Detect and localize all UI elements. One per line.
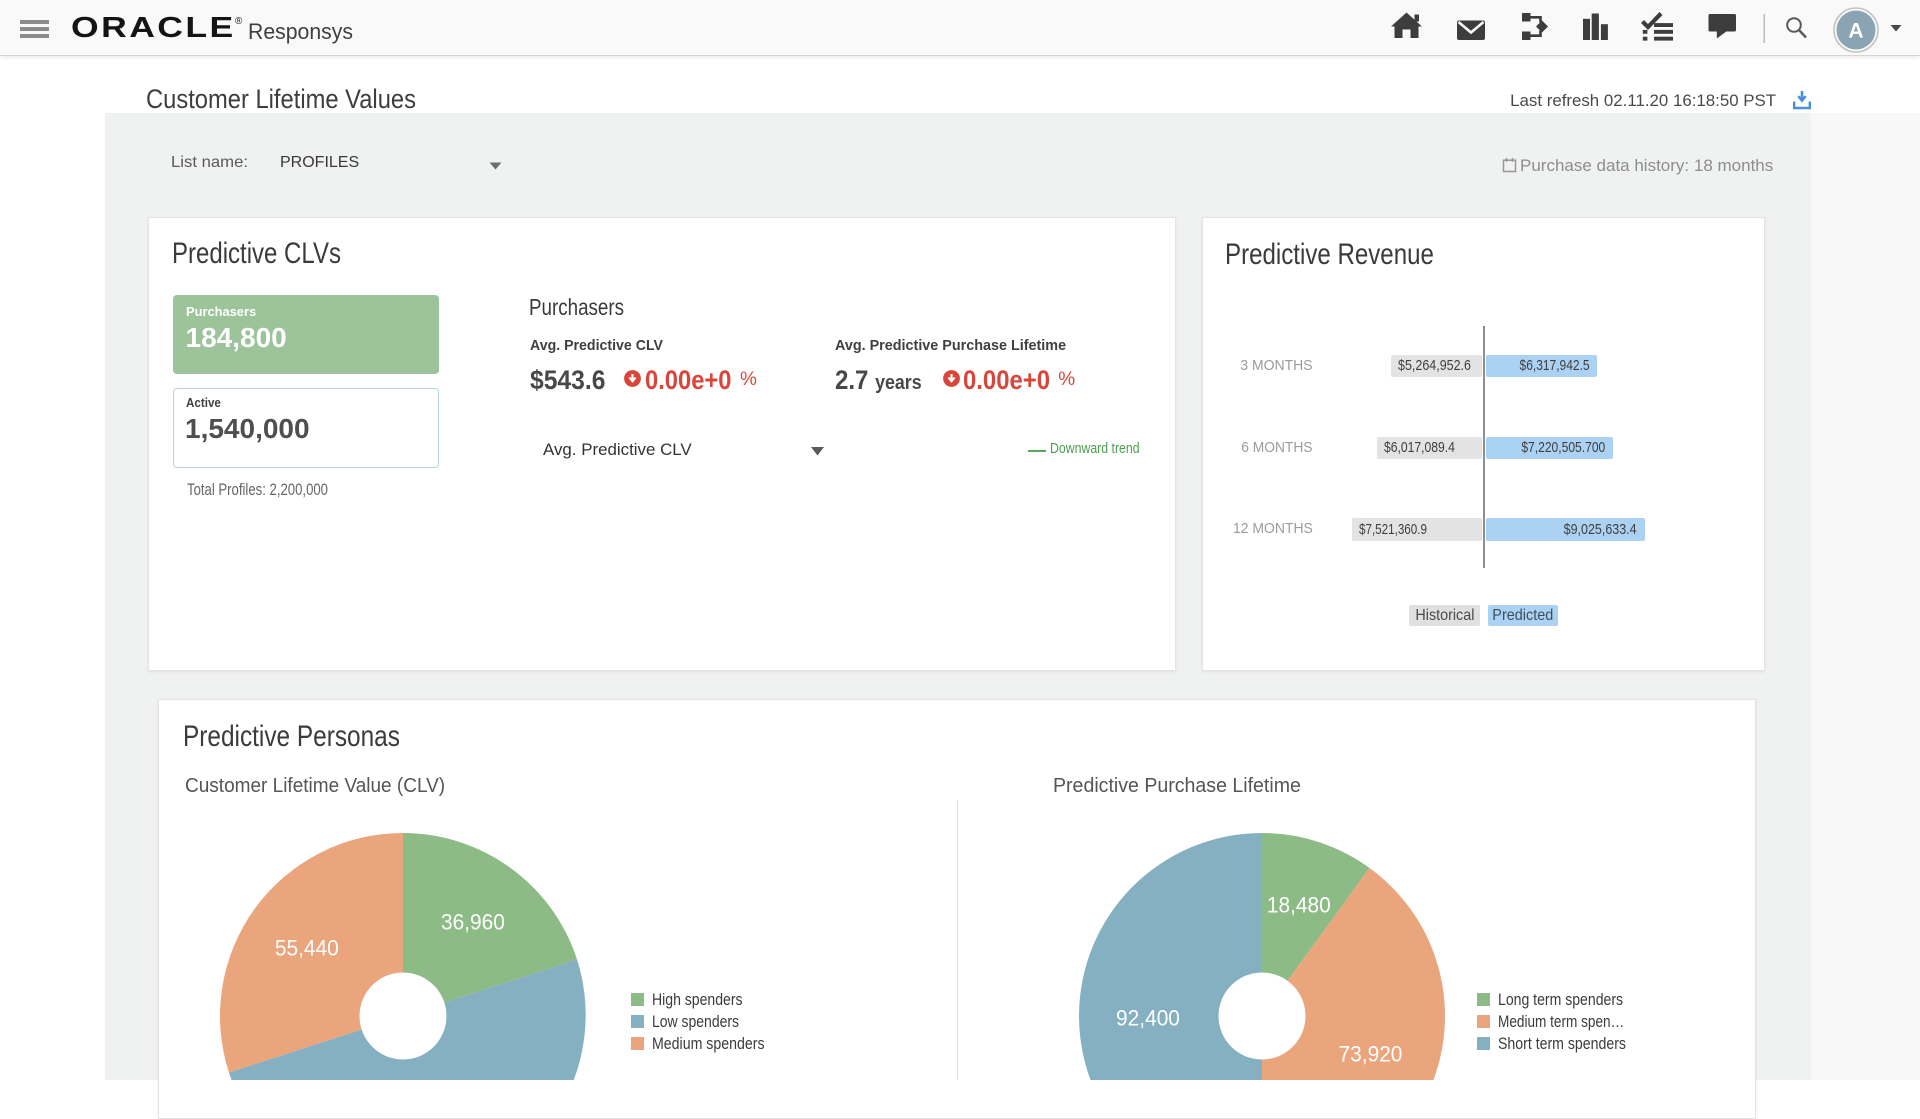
svg-text:73,920: 73,920 bbox=[1339, 1042, 1403, 1067]
svg-text:A: A bbox=[1848, 20, 1863, 43]
svg-text:55,440: 55,440 bbox=[275, 936, 339, 961]
svg-text:36,960: 36,960 bbox=[441, 910, 505, 935]
svg-text:18,480: 18,480 bbox=[1267, 893, 1331, 918]
svg-text:92,400: 92,400 bbox=[1116, 1006, 1180, 1031]
